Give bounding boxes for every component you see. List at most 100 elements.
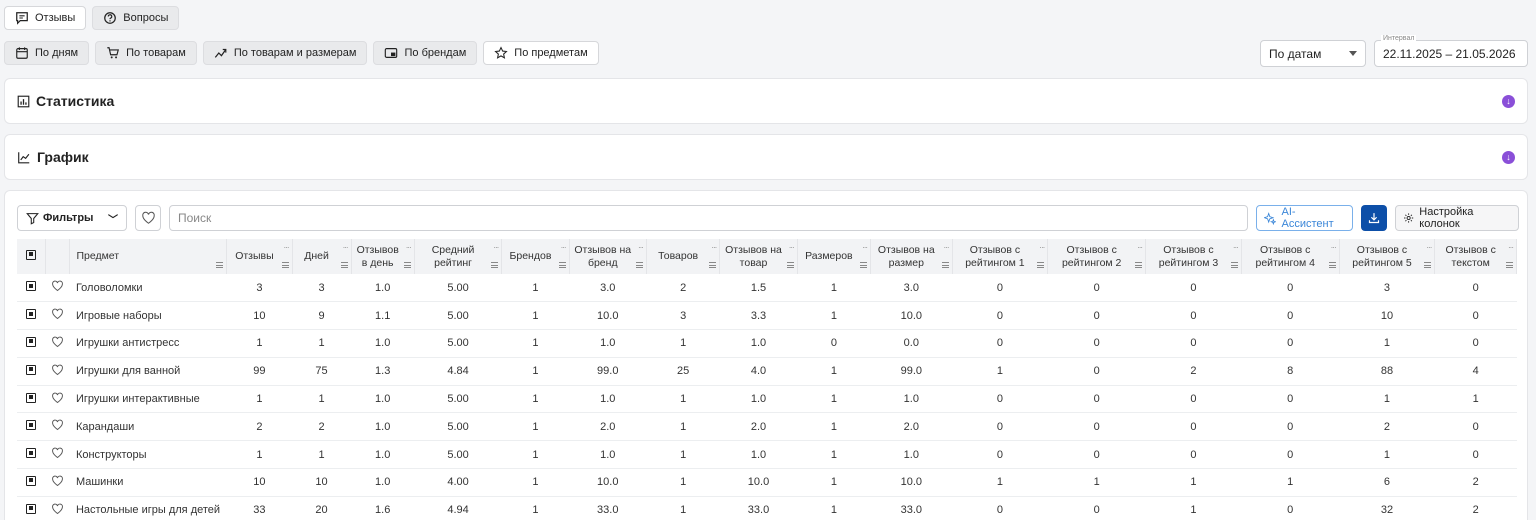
heart-icon[interactable] (51, 364, 64, 376)
heart-icon[interactable] (51, 308, 64, 320)
row-checkbox[interactable] (26, 336, 37, 347)
column-menu-icon[interactable] (1424, 262, 1432, 268)
row-checkbox[interactable] (26, 364, 37, 375)
column-menu-icon[interactable] (786, 262, 794, 268)
favorites-button[interactable] (135, 205, 161, 231)
heart-icon[interactable] (51, 336, 64, 348)
table-row[interactable]: Машинки 10 10 1.0 4.00 1 10.0 1 10.0 1 10.0 1 1 1 1 6 2 (17, 468, 1517, 497)
table-row[interactable]: Игровые наборы 10 9 1.1 5.00 1 10.0 3 3.3 1 10.0 0 0… (17, 301, 1517, 331)
tab-by-subjects[interactable]: По предметам (483, 41, 599, 65)
tab-reviews[interactable]: Отзывы (4, 6, 87, 30)
tab-by-brands[interactable]: По брендам (373, 41, 478, 65)
columns-settings-button[interactable]: Настройка колонок (1395, 205, 1519, 231)
column-options-icon[interactable]: ··· (561, 241, 567, 254)
column-header[interactable]: Отзывов на товар ··· (719, 239, 798, 274)
column-menu-icon[interactable] (1135, 262, 1143, 268)
column-menu-icon[interactable] (941, 262, 949, 268)
column-options-icon[interactable]: ··· (1426, 241, 1432, 254)
column-header[interactable]: Отзывов с рейтингом 5 ··· (1339, 239, 1436, 274)
column-menu-icon[interactable] (709, 262, 717, 268)
column-menu-icon[interactable] (860, 262, 868, 268)
column-header[interactable]: Размеров ··· (797, 239, 872, 274)
column-header[interactable]: Предмет (69, 239, 228, 274)
column-header[interactable]: Отзывы ··· (226, 239, 293, 274)
column-options-icon[interactable]: ··· (862, 241, 868, 254)
column-options-icon[interactable]: ··· (638, 241, 644, 254)
heart-icon[interactable] (51, 475, 64, 487)
column-header[interactable]: Дней ··· (292, 239, 352, 274)
column-options-icon[interactable]: ··· (1331, 241, 1337, 254)
column-menu-icon[interactable] (1506, 262, 1513, 268)
column-header[interactable]: Отзывов на размер ··· (870, 239, 953, 274)
column-header[interactable]: Товаров ··· (646, 239, 721, 274)
chart-panel-header[interactable]: График ↓ (5, 135, 1527, 179)
column-header[interactable]: Отзывов в день ··· (351, 239, 415, 274)
row-checkbox[interactable] (26, 309, 37, 320)
expand-icon[interactable]: ↓ (1502, 150, 1515, 164)
column-options-icon[interactable]: ··· (284, 241, 290, 254)
search-input[interactable] (169, 205, 1248, 231)
column-menu-icon[interactable] (403, 262, 411, 268)
column-options-icon[interactable]: ··· (944, 241, 950, 254)
row-checkbox[interactable] (26, 420, 37, 431)
table-row[interactable]: Настольные игры для детей 33 20 1.6 4.94 1 33.… (17, 496, 1517, 520)
ai-assistant-button[interactable]: AI-Ассистент (1256, 205, 1353, 231)
table-row[interactable]: Головоломки 3 3 1.0 5.00 1 3.0 2 1.5 1 3.0 0 0 0 0 3 0 (17, 274, 1517, 303)
row-checkbox[interactable] (26, 448, 37, 459)
tab-by-products-sizes[interactable]: По товарам и размерам (202, 41, 368, 65)
tab-by-products[interactable]: По товарам (95, 41, 197, 65)
column-options-icon[interactable]: ··· (1039, 241, 1045, 254)
column-options-icon[interactable]: ··· (1233, 241, 1239, 254)
table-row[interactable]: Игрушки для ванной 99 75 1.3 4.84 1 99.0 25 4.0 1… (17, 357, 1517, 386)
column-header[interactable]: Средний рейтинг ··· (414, 239, 503, 274)
table-row[interactable]: Игрушки антистресс 1 1 1.0 5.00 1 1.0 1 1.0 0 0.0 0… (17, 329, 1517, 358)
column-header[interactable]: Отзывов с текстом ··· (1434, 239, 1517, 274)
row-checkbox[interactable] (26, 281, 37, 292)
column-header[interactable]: Отзывов на бренд ··· (569, 239, 647, 274)
heart-icon[interactable] (51, 503, 64, 515)
period-select[interactable]: По датам (1260, 40, 1366, 67)
select-all-header[interactable] (17, 239, 47, 274)
column-menu-icon[interactable] (635, 262, 643, 268)
expand-icon[interactable]: ↓ (1502, 94, 1515, 108)
filters-button[interactable]: Фильтры ﹀ (17, 205, 127, 231)
table-row[interactable]: Игрушки интерактивные 1 1 1.0 5.00 1 1.0 1 1.0 1 1… (17, 385, 1517, 414)
table-cell: 0 (1047, 385, 1146, 414)
download-button[interactable] (1361, 205, 1387, 231)
heart-icon[interactable] (51, 447, 64, 459)
column-header[interactable]: Отзывов с рейтингом 4 ··· (1241, 239, 1340, 274)
column-options-icon[interactable]: ··· (1508, 241, 1514, 254)
chart-panel: График ↓ (4, 134, 1528, 180)
column-menu-icon[interactable] (1230, 262, 1238, 268)
column-header[interactable]: Отзывов с рейтингом 3 ··· (1145, 239, 1242, 274)
column-menu-icon[interactable] (340, 262, 348, 268)
table-row[interactable]: Конструкторы 1 1 1.0 5.00 1 1.0 1 1.0 1 1.0 0 0 0 0 1 0 (17, 440, 1517, 470)
select-all-checkbox[interactable] (26, 249, 36, 260)
column-header[interactable]: Отзывов с рейтингом 2 ··· (1047, 239, 1147, 274)
tab-questions[interactable]: Вопросы (92, 6, 180, 30)
heart-icon[interactable] (51, 392, 64, 404)
column-options-icon[interactable]: ··· (406, 241, 412, 254)
column-menu-icon[interactable] (491, 262, 499, 268)
column-menu-icon[interactable] (281, 262, 289, 268)
column-header[interactable]: Брендов ··· (501, 239, 570, 274)
heart-icon[interactable] (51, 419, 64, 431)
column-options-icon[interactable]: ··· (1137, 241, 1143, 254)
interval-field[interactable]: Интервал 22.11.2025 – 21.05.2026 (1374, 35, 1528, 67)
column-options-icon[interactable]: ··· (789, 241, 795, 254)
row-checkbox[interactable] (26, 392, 37, 403)
table-row[interactable]: Карандаши 2 2 1.0 5.00 1 2.0 1 2.0 1 2.0 0 0 0 0 2 0 (17, 412, 1517, 442)
column-menu-icon[interactable] (558, 262, 566, 268)
stats-panel-header[interactable]: Статистика ↓ (5, 79, 1527, 123)
column-menu-icon[interactable] (1037, 262, 1045, 268)
heart-icon[interactable] (51, 280, 64, 292)
column-menu-icon[interactable] (1328, 262, 1336, 268)
column-menu-icon[interactable] (216, 262, 224, 268)
column-header[interactable]: Отзывов с рейтингом 1 ··· (952, 239, 1049, 274)
row-checkbox[interactable] (26, 503, 37, 514)
column-options-icon[interactable]: ··· (711, 241, 717, 254)
row-checkbox[interactable] (26, 475, 37, 486)
tab-by-days[interactable]: По дням (4, 41, 90, 65)
column-options-icon[interactable]: ··· (343, 241, 349, 254)
column-options-icon[interactable]: ··· (493, 241, 499, 254)
